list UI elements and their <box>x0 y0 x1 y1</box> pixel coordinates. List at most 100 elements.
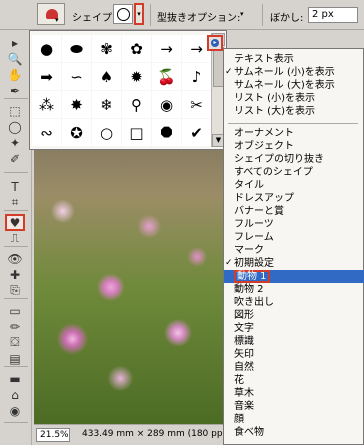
menu-item-category[interactable]: フレーム <box>234 231 274 244</box>
move-tool[interactable]: ▸ <box>5 34 25 51</box>
ornament-circle-icon[interactable]: ✪ <box>62 119 91 146</box>
square-outline-icon[interactable]: □ <box>122 119 151 146</box>
shape-dropdown-button[interactable]: ▾ <box>134 3 144 25</box>
document-canvas[interactable] <box>34 120 226 424</box>
straighten-tool[interactable]: ⎍ <box>5 230 25 247</box>
menu-item-category[interactable]: 初期設定 <box>225 257 274 270</box>
menu-item-view[interactable]: テキスト表示 <box>234 53 294 66</box>
hand-tool[interactable]: ✋ <box>5 66 25 83</box>
speech-bubble-oval-icon[interactable]: ⬬ <box>62 35 91 62</box>
lasso-tool[interactable]: ◯ <box>5 118 25 135</box>
healing-brush-icon: ✚ <box>9 267 21 282</box>
marquee-tool[interactable]: ⬚ <box>5 102 25 119</box>
menu-item-category[interactable]: シェイプの切り抜き <box>234 153 324 166</box>
blur-tool[interactable]: ⌂ <box>5 386 25 403</box>
speech-bubble-round-icon[interactable]: ● <box>32 35 61 62</box>
tool-divider <box>4 246 28 247</box>
blur-input[interactable]: 2 px <box>308 7 358 23</box>
scissors-icon[interactable]: ✂ <box>182 91 211 118</box>
move-icon: ▸ <box>11 35 19 50</box>
grass-icon[interactable]: ⁂ <box>32 91 61 118</box>
menu-item-category[interactable]: ドレスアップ <box>234 192 294 205</box>
crop-tool[interactable]: ⌗ <box>5 194 25 211</box>
arrow-right-thin-icon[interactable]: → <box>152 35 181 62</box>
menu-item-category[interactable]: 食べ物 <box>234 426 264 439</box>
type-tool[interactable]: T <box>5 178 25 195</box>
circle-shape-icon <box>117 8 130 21</box>
tool-divider <box>4 210 28 211</box>
octagon-filled-icon[interactable]: ⯃ <box>152 119 181 146</box>
menu-item-category[interactable]: 花 <box>234 374 244 387</box>
tool-divider <box>4 172 28 173</box>
menu-item-category[interactable]: マーク <box>234 244 264 257</box>
butterfly-icon[interactable]: ✾ <box>92 35 121 62</box>
shape-preview[interactable] <box>113 4 133 24</box>
shape-picker-menu-button[interactable]: ▸ <box>207 35 223 51</box>
menu-item-category[interactable]: 顔 <box>234 413 244 426</box>
red-eye-tool[interactable]: 👁 <box>5 250 25 267</box>
menu-item-category[interactable]: 吹き出し <box>234 296 274 309</box>
menu-item-view[interactable]: リスト (大)を表示 <box>234 105 315 118</box>
shape-tool[interactable]: ▬ <box>5 370 25 387</box>
magic-wand-tool[interactable]: ✦ <box>5 134 25 151</box>
menu-item-category[interactable]: フルーツ <box>234 218 274 231</box>
zoom-field[interactable]: 21.5% <box>36 428 70 442</box>
snowflake-icon[interactable]: ❄ <box>92 91 121 118</box>
paint-bucket-icon: ⛋ <box>10 335 20 349</box>
arrow-right-bold-icon[interactable]: ➡ <box>32 63 61 90</box>
eraser-tool[interactable]: ▭ <box>5 302 25 319</box>
magic-wand-icon: ✦ <box>9 135 21 150</box>
leaf-icon[interactable]: ♠ <box>92 63 121 90</box>
menu-item-category[interactable]: 図形 <box>234 309 254 322</box>
clone-stamp-icon: ⎘ <box>10 283 20 297</box>
tool-preset-picker[interactable]: ▾ <box>37 3 65 25</box>
menu-item-category[interactable]: 文字 <box>234 322 254 335</box>
menu-item-category[interactable]: 自然 <box>234 361 254 374</box>
menu-item-category[interactable]: オブジェクト <box>234 140 294 153</box>
menu-item-category[interactable]: 動物 1 <box>224 270 364 283</box>
tilde-wave-icon[interactable]: ∽ <box>62 63 91 90</box>
sponge-tool[interactable]: ◉ <box>5 402 25 419</box>
cherries-icon[interactable]: 🍒 <box>152 63 181 90</box>
clip-option-dropdown[interactable]: ▾ <box>240 10 244 18</box>
sunburst-box-icon[interactable]: ✹ <box>122 63 151 90</box>
zoom-icon: 🔍 <box>7 51 23 66</box>
eye-icon[interactable]: ◉ <box>152 91 181 118</box>
selection-brush-tool[interactable]: ✐ <box>5 150 25 167</box>
document-size: 433.49 mm × 289 mm (180 ppi) <box>82 429 229 439</box>
menu-item-category[interactable]: 草木 <box>234 387 254 400</box>
eyedropper-icon: ✒ <box>9 83 21 98</box>
check-mark-icon[interactable]: ✔ <box>182 119 211 146</box>
lasso-icon: ◯ <box>8 119 22 134</box>
burst-icon[interactable]: ✸ <box>62 91 91 118</box>
menu-item-category[interactable]: 音楽 <box>234 400 254 413</box>
tool-divider <box>4 98 28 99</box>
menu-item-category[interactable]: 動物 2 <box>234 283 264 296</box>
menu-item-category[interactable]: 矢印 <box>234 348 254 361</box>
menu-item-category[interactable]: 標識 <box>234 335 254 348</box>
healing-brush-tool[interactable]: ✚ <box>5 266 25 283</box>
pencil-tool[interactable]: ✏ <box>5 318 25 335</box>
paw-print-icon[interactable]: ✿ <box>122 35 151 62</box>
type-icon: T <box>11 179 19 194</box>
paint-bucket-tool[interactable]: ⛋ <box>5 334 25 351</box>
zoom-tool[interactable]: 🔍 <box>5 50 25 67</box>
blur-label: ぼかし: <box>270 13 304 24</box>
gradient-tool[interactable]: ▤ <box>5 350 25 367</box>
tool-divider <box>4 422 28 423</box>
menu-item-category[interactable]: タイル <box>234 179 264 192</box>
menu-item-view[interactable]: サムネール (大)を表示 <box>234 79 335 92</box>
menu-item-category[interactable]: オーナメント <box>234 127 294 140</box>
menu-item-view[interactable]: リスト (小)を表示 <box>234 92 315 105</box>
shape-label: シェイプ: <box>72 13 116 24</box>
circle-outline-icon[interactable]: ○ <box>92 119 121 146</box>
menu-item-view[interactable]: サムネール (小)を表示 <box>225 66 335 79</box>
lightbulb-icon[interactable]: ⚲ <box>122 91 151 118</box>
cookie-cutter-tool[interactable]: ♥ <box>5 214 25 231</box>
menu-item-category[interactable]: すべてのシェイプ <box>234 166 313 179</box>
ornament-swirl-icon[interactable]: ∾ <box>32 119 61 146</box>
eyedropper-tool[interactable]: ✒ <box>5 82 25 99</box>
clone-stamp-tool[interactable]: ⎘ <box>5 282 25 299</box>
music-note-icon[interactable]: ♪ <box>182 63 211 90</box>
menu-item-category[interactable]: バナーと賞 <box>234 205 284 218</box>
